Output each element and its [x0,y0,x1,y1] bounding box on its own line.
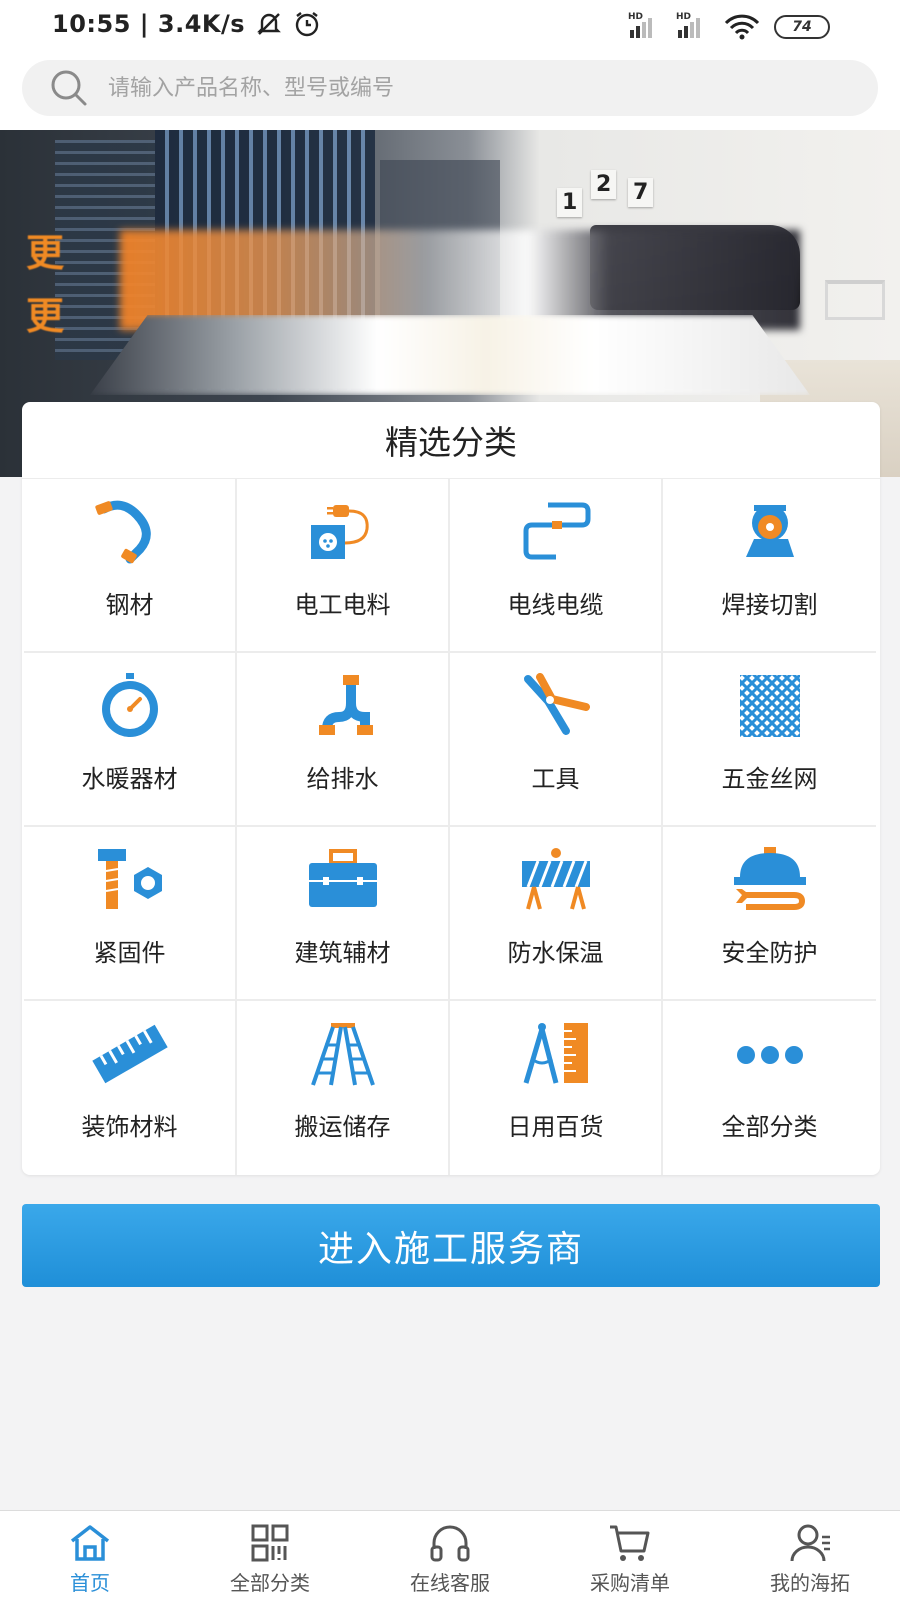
hardhat-wrench-icon [733,847,806,910]
search-input[interactable] [108,75,808,101]
tab-label: 采购清单 [590,1571,670,1595]
tab-my-account[interactable]: 我的海拓 [720,1511,900,1600]
enter-service-provider-button[interactable]: 进入施工服务商 [22,1204,880,1287]
category-label: 装饰材料 [81,1113,178,1141]
search-box[interactable] [22,60,878,116]
category-label: 防水保温 [507,939,604,967]
ruler-icon [91,1024,168,1084]
category-daily-goods[interactable]: 日用百货 [450,1001,663,1175]
search-icon[interactable] [48,68,88,108]
wire-mesh-icon [739,675,800,737]
bolt-nut-icon [97,849,162,909]
category-wire-mesh[interactable]: 五金丝网 [663,653,876,827]
tab-home[interactable]: 首页 [0,1511,180,1600]
category-label: 钢材 [105,591,154,619]
status-left: 10:55 | 3.4K/s [52,10,321,38]
category-title: 精选分类 [22,402,880,479]
category-cable[interactable]: 电线电缆 [450,479,663,653]
pliers-icon [523,673,590,735]
category-fasteners[interactable]: 紧固件 [24,827,237,1001]
tab-label: 全部分类 [230,1571,310,1595]
status-time: 10:55 [52,10,131,38]
tab-label: 我的海拓 [770,1571,850,1595]
category-label: 焊接切割 [721,591,818,619]
user-icon [790,1524,830,1562]
banner-number: 1 [557,188,583,217]
more-dots-icon [736,1046,803,1064]
banner-headline-1: 更 [26,231,65,275]
status-right: HD HD 74 [628,12,830,40]
tab-purchase-list[interactable]: 采购清单 [540,1511,720,1600]
category-card: 精选分类 钢材 电工电料 电线电缆 焊接切割 水暖器材 给排水 工具 五金丝网 … [22,402,880,1175]
net-speed: 3.4K/s [157,10,246,38]
tab-label: 在线客服 [410,1571,490,1595]
banner-number: 7 [628,178,654,207]
cart-icon [610,1525,650,1561]
category-label: 建筑辅材 [294,939,391,967]
category-welding[interactable]: 焊接切割 [663,479,876,653]
category-label: 紧固件 [93,939,166,967]
category-waterproof-insulation[interactable]: 防水保温 [450,827,663,1001]
category-steel[interactable]: 钢材 [24,479,237,653]
category-grid: 钢材 电工电料 电线电缆 焊接切割 水暖器材 给排水 工具 五金丝网 紧固件 建… [24,479,876,1175]
status-bar: 10:55 | 3.4K/s HD HD 74 [0,0,900,56]
category-label: 电工电料 [294,591,391,619]
category-building-aux[interactable]: 建筑辅材 [237,827,450,1001]
category-label: 工具 [531,765,580,793]
banner-number: 2 [591,170,617,199]
category-label: 电线电缆 [507,591,604,619]
home-icon [70,1525,110,1561]
banner-headline-2: 更 [26,294,65,338]
category-all[interactable]: 全部分类 [663,1001,876,1175]
category-decoration[interactable]: 装饰材料 [24,1001,237,1175]
road-barrier-icon [521,848,590,910]
cellular-signal-2-icon: HD [676,12,710,38]
search-bar [0,56,900,130]
category-water-drainage[interactable]: 给排水 [237,653,450,827]
toolbox-icon [308,849,377,907]
category-label: 水暖器材 [81,765,178,793]
category-label: 全部分类 [721,1113,818,1141]
cellular-signal-icon: HD [628,12,662,38]
bottom-tab-bar: 首页 全部分类 在线客服 采购清单 我的海拓 [0,1510,900,1600]
category-label: 安全防护 [721,939,818,967]
wifi-icon [724,14,760,40]
battery-indicator: 74 [774,15,830,39]
tab-label: 首页 [70,1571,110,1595]
category-label: 搬运储存 [294,1113,391,1141]
category-label: 给排水 [306,765,379,793]
category-handling-storage[interactable]: 搬运储存 [237,1001,450,1175]
category-label: 五金丝网 [721,765,818,793]
mute-bell-icon [257,13,281,35]
ladder-icon [310,1023,375,1086]
category-plumbing-heating[interactable]: 水暖器材 [24,653,237,827]
headset-icon [430,1525,470,1562]
compass-ruler-icon [523,1023,588,1084]
tab-all-categories[interactable]: 全部分类 [180,1511,360,1600]
alarm-clock-icon [295,12,319,37]
cable-icon [523,502,590,560]
category-tools[interactable]: 工具 [450,653,663,827]
category-label: 日用百货 [507,1113,604,1141]
pressure-gauge-icon [101,673,158,737]
drain-pipe-icon [318,675,373,735]
bent-pipe-icon [94,500,151,564]
tab-online-service[interactable]: 在线客服 [360,1511,540,1600]
category-electrical[interactable]: 电工电料 [237,479,450,653]
socket-plug-icon [310,505,369,559]
qr-grid-icon [251,1524,289,1562]
cutting-saw-icon [745,505,794,557]
category-safety[interactable]: 安全防护 [663,827,876,1001]
